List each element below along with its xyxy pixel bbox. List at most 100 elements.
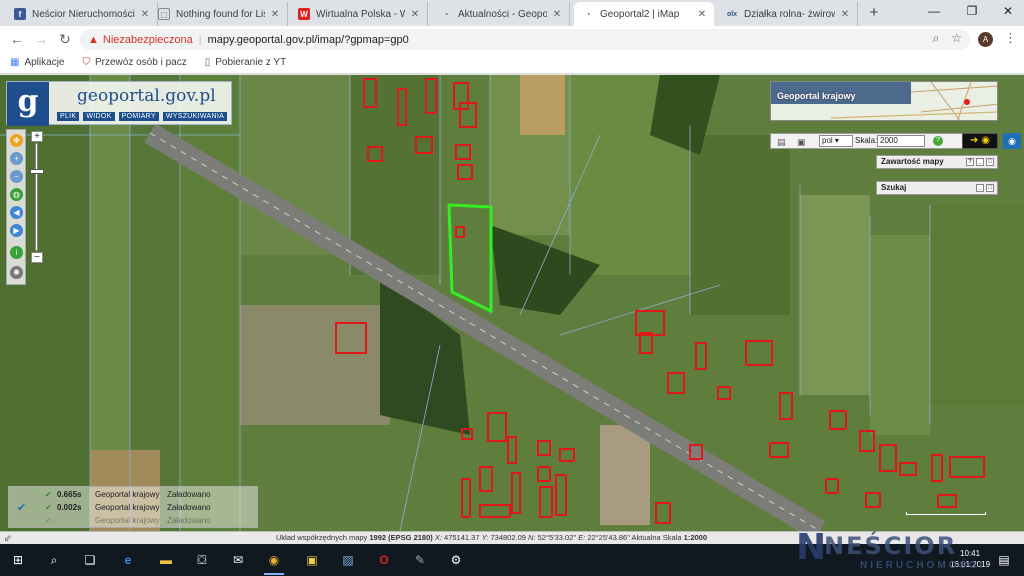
field-strip [800,195,870,395]
close-window-button[interactable]: ✕ [994,0,1022,24]
system-clock[interactable]: 10:41 16.01.2019 [950,548,990,570]
zoom-slider[interactable]: + − [30,131,44,265]
menu-icon[interactable]: ⋮ [1004,30,1017,46]
status-e: 22°25'43.86" [587,533,630,542]
log-name: Geoportal krajowy [95,516,160,525]
notification-icon[interactable]: ▤ [994,550,1014,570]
bookmark-przewoz[interactable]: ⛉ Przewóz osób i pacz [82,57,186,68]
restore-button[interactable]: ❐ [958,0,986,24]
store-icon[interactable]: ⛋ [192,550,212,570]
address-bar[interactable]: ▲ Niezabezpieczona | mapy.geoportal.gov.… [80,29,970,50]
panel-map-content[interactable]: Zawartość mapy ? _ □ [876,155,998,169]
info-icon[interactable]: i [10,246,23,259]
mail-icon[interactable]: ✉ [228,550,248,570]
avatar[interactable]: A [978,32,993,47]
close-icon[interactable]: ✕ [839,9,851,20]
field-strip [690,135,790,315]
windows-taskbar: ⊞ ⌕ ❏ e ▬ ⛋ ✉ ◉ ▣ ▨ O ✎ ⚙ 10:41 16.01.20… [0,544,1024,576]
app-icon[interactable]: ✎ [410,550,430,570]
opera-icon[interactable]: O [374,550,394,570]
bookmark-apps[interactable]: ▦ Aplikacje [10,57,64,68]
minimize-button[interactable]: — [920,0,948,24]
print-icon[interactable]: ▤ [777,137,786,148]
close-icon[interactable]: ✕ [409,9,421,20]
maximize-icon[interactable]: □ [986,184,994,192]
tab-wp[interactable]: W Wirtualna Polska - Wsz ✕ [290,2,428,26]
bookmark-yt[interactable]: ▯ Pobieranie z YT [205,57,286,68]
tab-title: Działka rolna- żwirowni [744,8,835,20]
panel-title: Szukaj [881,183,907,192]
language-select[interactable]: pol ▾ [819,135,853,147]
chrome-icon[interactable]: ◉ [264,550,284,575]
zoom-icon[interactable]: ⌕ [933,31,940,46]
forward-button[interactable]: → [32,30,50,48]
bookmarks-bar: ▦ Aplikacje ⛉ Przewóz osób i pacz ▯ Pobi… [0,52,1024,74]
explorer-icon[interactable]: ▬ [156,550,176,570]
reload-button[interactable]: ↻ [56,30,74,48]
status-scale: 1:2000 [683,533,708,542]
tab-olx[interactable]: olx Działka rolna- żwirowni ✕ [718,2,858,26]
overview-title: Geoportal krajowy [777,91,856,101]
map-viewport[interactable]: g geoportal.gov.pl PLIK WIDOK POMIARY WY… [0,75,1024,531]
scale-input[interactable]: 2000 [877,135,925,147]
arrow-right-icon[interactable]: ▶ [10,224,23,237]
log-status: Załadowano [167,503,211,512]
pan-icon[interactable]: ✥ [10,134,23,147]
zoom-out-tool-icon[interactable]: − [10,170,23,183]
side-eye-icon[interactable]: ◉ [1003,133,1021,149]
log-row: ✔ 0.665s Geoportal krajowy Załadowano [9,488,259,501]
olx-icon: olx [726,10,738,18]
photo-icon[interactable]: ▨ [338,550,358,570]
url-text[interactable]: mapy.geoportal.gov.pl/imap/?gpmap=gp0 [208,34,409,46]
new-tab-button[interactable]: + [864,4,884,22]
status-crs: 1992 (EPSG 2180) [369,533,433,542]
zoom-in-button[interactable]: + [31,131,43,142]
browser-toolbar: ← → ↻ ▲ Niezabezpieczona | mapy.geoporta… [0,26,1024,52]
globe-icon[interactable]: ◍ [10,188,23,201]
geoportal-logo: g [7,82,49,126]
security-label[interactable]: Niezabezpieczona [103,34,193,46]
star-icon[interactable]: ☆ [951,31,962,46]
status-y: 734802.09 [490,533,526,542]
panel-search[interactable]: Szukaj _ □ [876,181,998,195]
help-icon[interactable]: ? [933,136,943,146]
panel-buttons: ? _ □ [966,158,994,166]
tab-geoportal-imap[interactable]: ◔ Geoportal2 | iMap ✕ [574,2,714,26]
close-icon[interactable]: ✕ [269,9,281,20]
separator: | [198,33,202,46]
compass-icon[interactable]: ✺ [10,266,23,279]
maximize-icon[interactable]: □ [986,158,994,166]
help-icon[interactable]: ? [966,158,974,166]
zoom-in-tool-icon[interactable]: + [10,152,23,165]
menu-widok[interactable]: WIDOK [83,112,115,121]
corner-icon[interactable]: ⬃ [4,532,12,544]
clock-date: 16.01.2019 [950,560,991,569]
minimize-icon[interactable]: _ [976,158,984,166]
settings-icon[interactable]: ⚙ [446,550,466,570]
check-icon: ✔ [45,503,52,512]
zoom-slider-knob[interactable] [30,169,44,174]
notes-icon[interactable]: ▣ [302,550,322,570]
back-button[interactable]: ← [8,30,26,48]
geoportal-logo-panel: g geoportal.gov.pl PLIK WIDOK POMIARY WY… [6,81,232,126]
search-icon[interactable]: ⌕ [44,550,64,570]
save-icon[interactable]: ▣ [797,137,806,148]
menu-wyszukiwania[interactable]: WYSZUKIWANIA [162,112,228,121]
arrow-left-icon[interactable]: ◀ [10,206,23,219]
menu-pomiary[interactable]: POMIARY [118,112,159,121]
edge-icon[interactable]: e [118,550,138,570]
close-icon[interactable]: ✕ [696,9,708,20]
log-row: ✔ Geoportal krajowy Załadowano [9,514,259,527]
minimize-icon[interactable]: _ [976,184,984,192]
eye-toggle-button[interactable]: ➜ ◉ [962,133,998,149]
zoom-slider-track[interactable] [35,143,38,251]
tab-nothing-found[interactable]: ▢ Nothing found for Lista ✕ [150,2,288,26]
tab-geoportal-news[interactable]: ◔ Aktualności - Geoportal ✕ [432,2,570,26]
zoom-out-button[interactable]: − [31,252,43,263]
windows-start-icon[interactable]: ⊞ [8,550,28,570]
menu-plik[interactable]: PLIK [57,112,80,121]
close-icon[interactable]: ✕ [551,9,563,20]
tab-facebook[interactable]: f Neścior Nieruchomości ✕ [6,2,158,26]
overview-map[interactable]: Geoportal krajowy [770,81,998,121]
task-view-icon[interactable]: ❏ [80,550,100,570]
